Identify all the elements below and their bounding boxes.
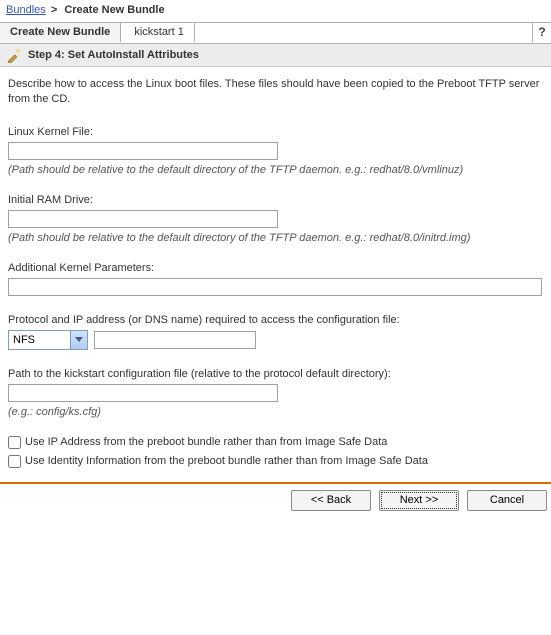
- wizard-button-row: << Back Next >> Cancel: [0, 484, 551, 517]
- tab-row: Create New Bundle kickstart 1 ?: [0, 22, 551, 44]
- ks-path-label: Path to the kickstart configuration file…: [8, 368, 543, 380]
- wand-icon: [6, 47, 22, 63]
- breadcrumb-root-link[interactable]: Bundles: [6, 4, 46, 16]
- initrd-hint: (Path should be relative to the default …: [8, 232, 543, 244]
- step-header: Step 4: Set AutoInstall Attributes: [0, 44, 551, 67]
- kernel-file-hint: (Path should be relative to the default …: [8, 164, 543, 176]
- intro-text: Describe how to access the Linux boot fi…: [8, 77, 543, 108]
- breadcrumb-current: Create New Bundle: [64, 4, 164, 16]
- tab-kickstart-1[interactable]: kickstart 1: [124, 23, 195, 42]
- protocol-label: Protocol and IP address (or DNS name) re…: [8, 314, 543, 326]
- kernel-file-label: Linux Kernel File:: [8, 126, 543, 138]
- kernel-params-label: Additional Kernel Parameters:: [8, 262, 543, 274]
- kernel-file-input[interactable]: [8, 142, 278, 160]
- breadcrumb: Bundles > Create New Bundle: [0, 0, 551, 22]
- use-identity-label: Use Identity Information from the preboo…: [25, 455, 428, 467]
- tab-create-new-bundle[interactable]: Create New Bundle: [0, 23, 121, 42]
- kernel-params-input[interactable]: [8, 278, 542, 296]
- protocol-address-input[interactable]: [94, 331, 256, 349]
- ks-path-input[interactable]: [8, 384, 278, 402]
- next-button[interactable]: Next >>: [379, 490, 459, 511]
- step-title: Step 4: Set AutoInstall Attributes: [28, 49, 199, 61]
- cancel-button[interactable]: Cancel: [467, 490, 547, 511]
- ks-path-hint: (e.g.: config/ks.cfg): [8, 406, 543, 418]
- use-identity-checkline[interactable]: Use Identity Information from the preboo…: [8, 455, 543, 468]
- breadcrumb-separator: >: [49, 4, 61, 16]
- use-ip-checkline[interactable]: Use IP Address from the preboot bundle r…: [8, 436, 543, 449]
- help-button[interactable]: ?: [532, 23, 551, 42]
- use-ip-label: Use IP Address from the preboot bundle r…: [25, 436, 387, 448]
- initrd-input[interactable]: [8, 210, 278, 228]
- use-identity-checkbox[interactable]: [8, 455, 21, 468]
- use-ip-checkbox[interactable]: [8, 436, 21, 449]
- initrd-label: Initial RAM Drive:: [8, 194, 543, 206]
- back-button[interactable]: << Back: [291, 490, 371, 511]
- protocol-select[interactable]: NFS: [8, 330, 88, 350]
